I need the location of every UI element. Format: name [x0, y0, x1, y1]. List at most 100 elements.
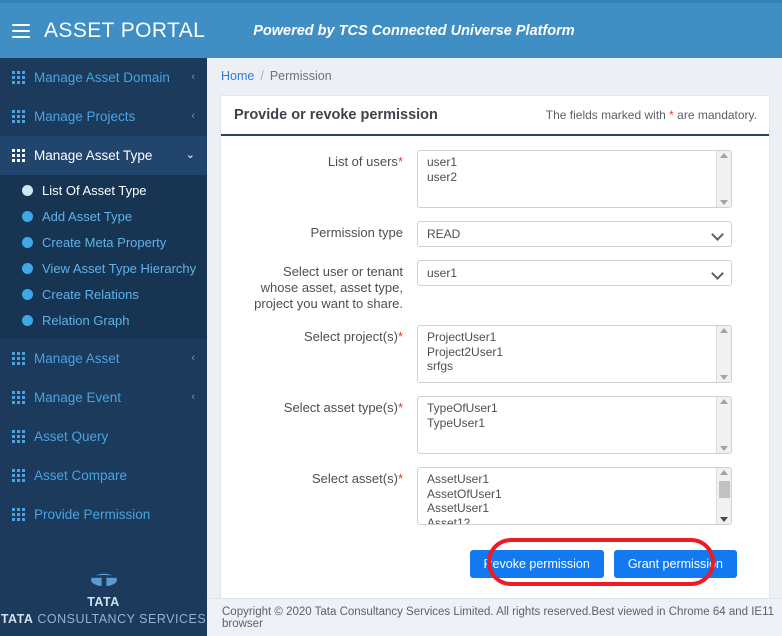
list-option[interactable]: AssetUser1: [427, 501, 731, 516]
listbox-scrollbar[interactable]: [716, 151, 731, 207]
tata-wordmark-bold: TATA: [0, 612, 34, 626]
required-asterisk: *: [397, 329, 403, 344]
form-row-select-assets: Select asset(s)* AssetUser1 AssetOfUser1…: [221, 467, 759, 525]
list-option[interactable]: AssetOfUser1: [427, 487, 731, 502]
form-row-select-asset-types: Select asset type(s)* TypeOfUser1 TypeUs…: [221, 396, 759, 454]
sidebar-subitem-label: Create Meta Property: [42, 234, 167, 250]
chevron-left-icon: ‹: [191, 391, 195, 403]
sidebar-subitem-label: View Asset Type Hierarchy: [42, 260, 197, 276]
scroll-down-arrow-icon[interactable]: [720, 375, 728, 380]
label-list-of-users: List of users*: [221, 150, 417, 170]
label-line: whose asset, asset type,: [260, 280, 403, 295]
listbox-scrollbar[interactable]: [716, 397, 731, 453]
user-or-tenant-select[interactable]: user1: [417, 260, 732, 286]
sidebar-item-manage-asset-domain[interactable]: Manage Asset Domain ‹: [0, 58, 207, 97]
list-option[interactable]: Project2User1: [427, 345, 731, 360]
label-select-asset-types: Select asset type(s)*: [221, 396, 417, 416]
label-permission-type: Permission type: [310, 225, 403, 240]
card-header: Provide or revoke permission The fields …: [221, 96, 769, 136]
sidebar-item-manage-event[interactable]: Manage Event ‹: [0, 378, 207, 417]
chevron-down-icon[interactable]: [711, 228, 724, 241]
scroll-down-arrow-icon[interactable]: [720, 446, 728, 451]
bullet-icon: [22, 288, 33, 300]
sidebar-item-provide-permission[interactable]: Provide Permission: [0, 495, 207, 534]
label-text: List of users: [327, 154, 398, 169]
label-text: Select asset(s): [311, 471, 398, 486]
sidebar-subitem-view-asset-type-hierarchy[interactable]: View Asset Type Hierarchy: [0, 255, 207, 281]
sidebar-item-label: Manage Asset Type: [34, 148, 153, 163]
label-text: Select project(s): [304, 329, 398, 344]
revoke-permission-button[interactable]: Revoke permission: [469, 550, 604, 578]
tata-logo-icon: [90, 573, 117, 587]
grid-icon: [12, 110, 25, 123]
list-option[interactable]: user2: [427, 170, 731, 185]
app-title: ASSET PORTAL: [44, 18, 206, 42]
mandatory-note-before: The fields marked with: [545, 108, 670, 122]
footer: Copyright © 2020 Tata Consultancy Servic…: [207, 598, 782, 636]
list-option[interactable]: ProjectUser1: [427, 330, 731, 345]
scroll-down-arrow-icon[interactable]: [720, 200, 728, 205]
sidebar-navigation: Manage Asset Domain ‹ Manage Projects ‹ …: [0, 58, 207, 636]
list-option[interactable]: Asset12: [427, 516, 731, 525]
permission-type-select[interactable]: READ: [417, 221, 732, 247]
sidebar-item-asset-query[interactable]: Asset Query: [0, 417, 207, 456]
asset-types-listbox[interactable]: TypeOfUser1 TypeUser1: [417, 396, 732, 454]
bullet-icon: [22, 184, 33, 196]
bullet-icon: [22, 314, 33, 326]
scroll-down-arrow-icon[interactable]: [720, 517, 728, 522]
bullet-icon: [22, 210, 33, 222]
grid-icon: [12, 508, 25, 521]
grid-icon: [12, 352, 25, 365]
sidebar-item-label: Asset Query: [34, 429, 109, 444]
chevron-down-icon[interactable]: [711, 267, 724, 280]
sidebar-subitem-create-meta-property[interactable]: Create Meta Property: [0, 229, 207, 255]
sidebar-item-manage-asset-type[interactable]: Manage Asset Type ⌄: [0, 136, 207, 175]
top-header-bar: ASSET PORTAL Powered by TCS Connected Un…: [0, 0, 782, 58]
list-option[interactable]: user1: [427, 155, 731, 170]
required-asterisk: *: [397, 471, 403, 486]
scroll-up-arrow-icon[interactable]: [720, 153, 728, 158]
sidebar-item-label: Manage Projects: [34, 109, 136, 124]
sidebar-subitem-create-relations[interactable]: Create Relations: [0, 281, 207, 307]
list-option[interactable]: TypeOfUser1: [427, 401, 731, 416]
grant-permission-button[interactable]: Grant permission: [613, 550, 737, 578]
assets-listbox[interactable]: AssetUser1 AssetOfUser1 AssetUser1 Asset…: [417, 467, 732, 525]
label-select-projects: Select project(s)*: [221, 325, 417, 345]
required-asterisk: *: [397, 400, 403, 415]
tata-wordmark-rest: CONSULTANCY SERVICES: [33, 612, 207, 626]
sidebar-subitem-relation-graph[interactable]: Relation Graph: [0, 307, 207, 333]
chevron-left-icon: ‹: [191, 352, 195, 364]
projects-listbox[interactable]: ProjectUser1 Project2User1 srfgs: [417, 325, 732, 383]
list-of-users-listbox[interactable]: user1 user2: [417, 150, 732, 208]
sidebar-item-label: Manage Asset Domain: [34, 70, 170, 85]
permission-type-value: READ: [427, 227, 461, 241]
label-select-assets: Select asset(s)*: [221, 467, 417, 487]
sidebar-subitem-add-asset-type[interactable]: Add Asset Type: [0, 203, 207, 229]
hamburger-menu-icon[interactable]: [12, 23, 30, 38]
scrollbar-thumb[interactable]: [719, 481, 730, 498]
list-option[interactable]: srfgs: [427, 359, 731, 374]
sidebar-item-asset-compare[interactable]: Asset Compare: [0, 456, 207, 495]
breadcrumb: Home / Permission: [207, 58, 782, 94]
scroll-up-arrow-icon[interactable]: [720, 470, 728, 475]
listbox-scrollbar[interactable]: [716, 326, 731, 382]
powered-by-text: Powered by TCS Connected Universe Platfo…: [253, 22, 575, 39]
chevron-down-icon: ⌄: [185, 149, 195, 161]
breadcrumb-home-link[interactable]: Home: [221, 69, 254, 83]
sidebar-item-manage-asset[interactable]: Manage Asset ‹: [0, 339, 207, 378]
list-option[interactable]: AssetUser1: [427, 472, 731, 487]
sidebar-subitem-label: Create Relations: [42, 286, 139, 302]
list-option[interactable]: TypeUser1: [427, 416, 731, 431]
sidebar-subitem-list-of-asset-type[interactable]: List Of Asset Type: [0, 177, 207, 203]
sidebar-subitem-label: Add Asset Type: [42, 208, 133, 224]
sidebar-item-manage-projects[interactable]: Manage Projects ‹: [0, 97, 207, 136]
sidebar-subitem-label: List Of Asset Type: [42, 182, 147, 198]
tata-logo: TATA TATA CONSULTANCY SERVICES: [0, 573, 207, 626]
form-row-select-user-or-tenant: Select user or tenant whose asset, asset…: [221, 260, 759, 312]
breadcrumb-current: Permission: [269, 69, 332, 83]
mandatory-note: The fields marked with * are mandatory.: [546, 108, 757, 122]
sidebar-subitem-label: Relation Graph: [42, 312, 130, 328]
scroll-up-arrow-icon[interactable]: [720, 399, 728, 404]
listbox-scrollbar[interactable]: [716, 468, 731, 524]
scroll-up-arrow-icon[interactable]: [720, 328, 728, 333]
